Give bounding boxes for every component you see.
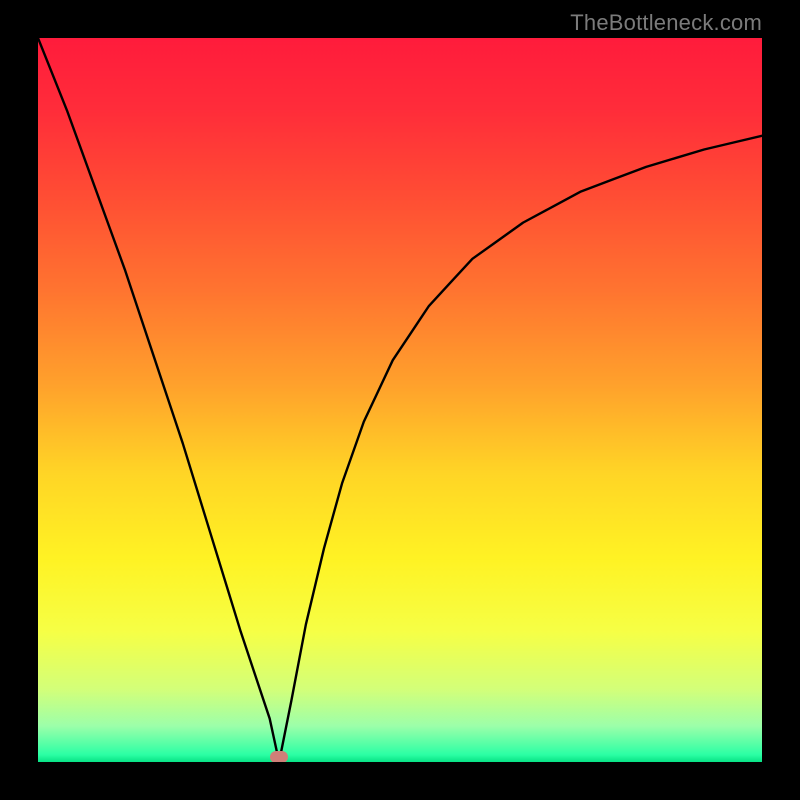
min-point-marker — [270, 751, 288, 762]
plot-area — [38, 38, 762, 762]
curve-layer — [38, 38, 762, 762]
bottleneck-left-branch — [38, 38, 279, 762]
watermark-text: TheBottleneck.com — [570, 10, 762, 36]
bottleneck-right-branch — [279, 136, 762, 762]
chart-frame: TheBottleneck.com — [0, 0, 800, 800]
